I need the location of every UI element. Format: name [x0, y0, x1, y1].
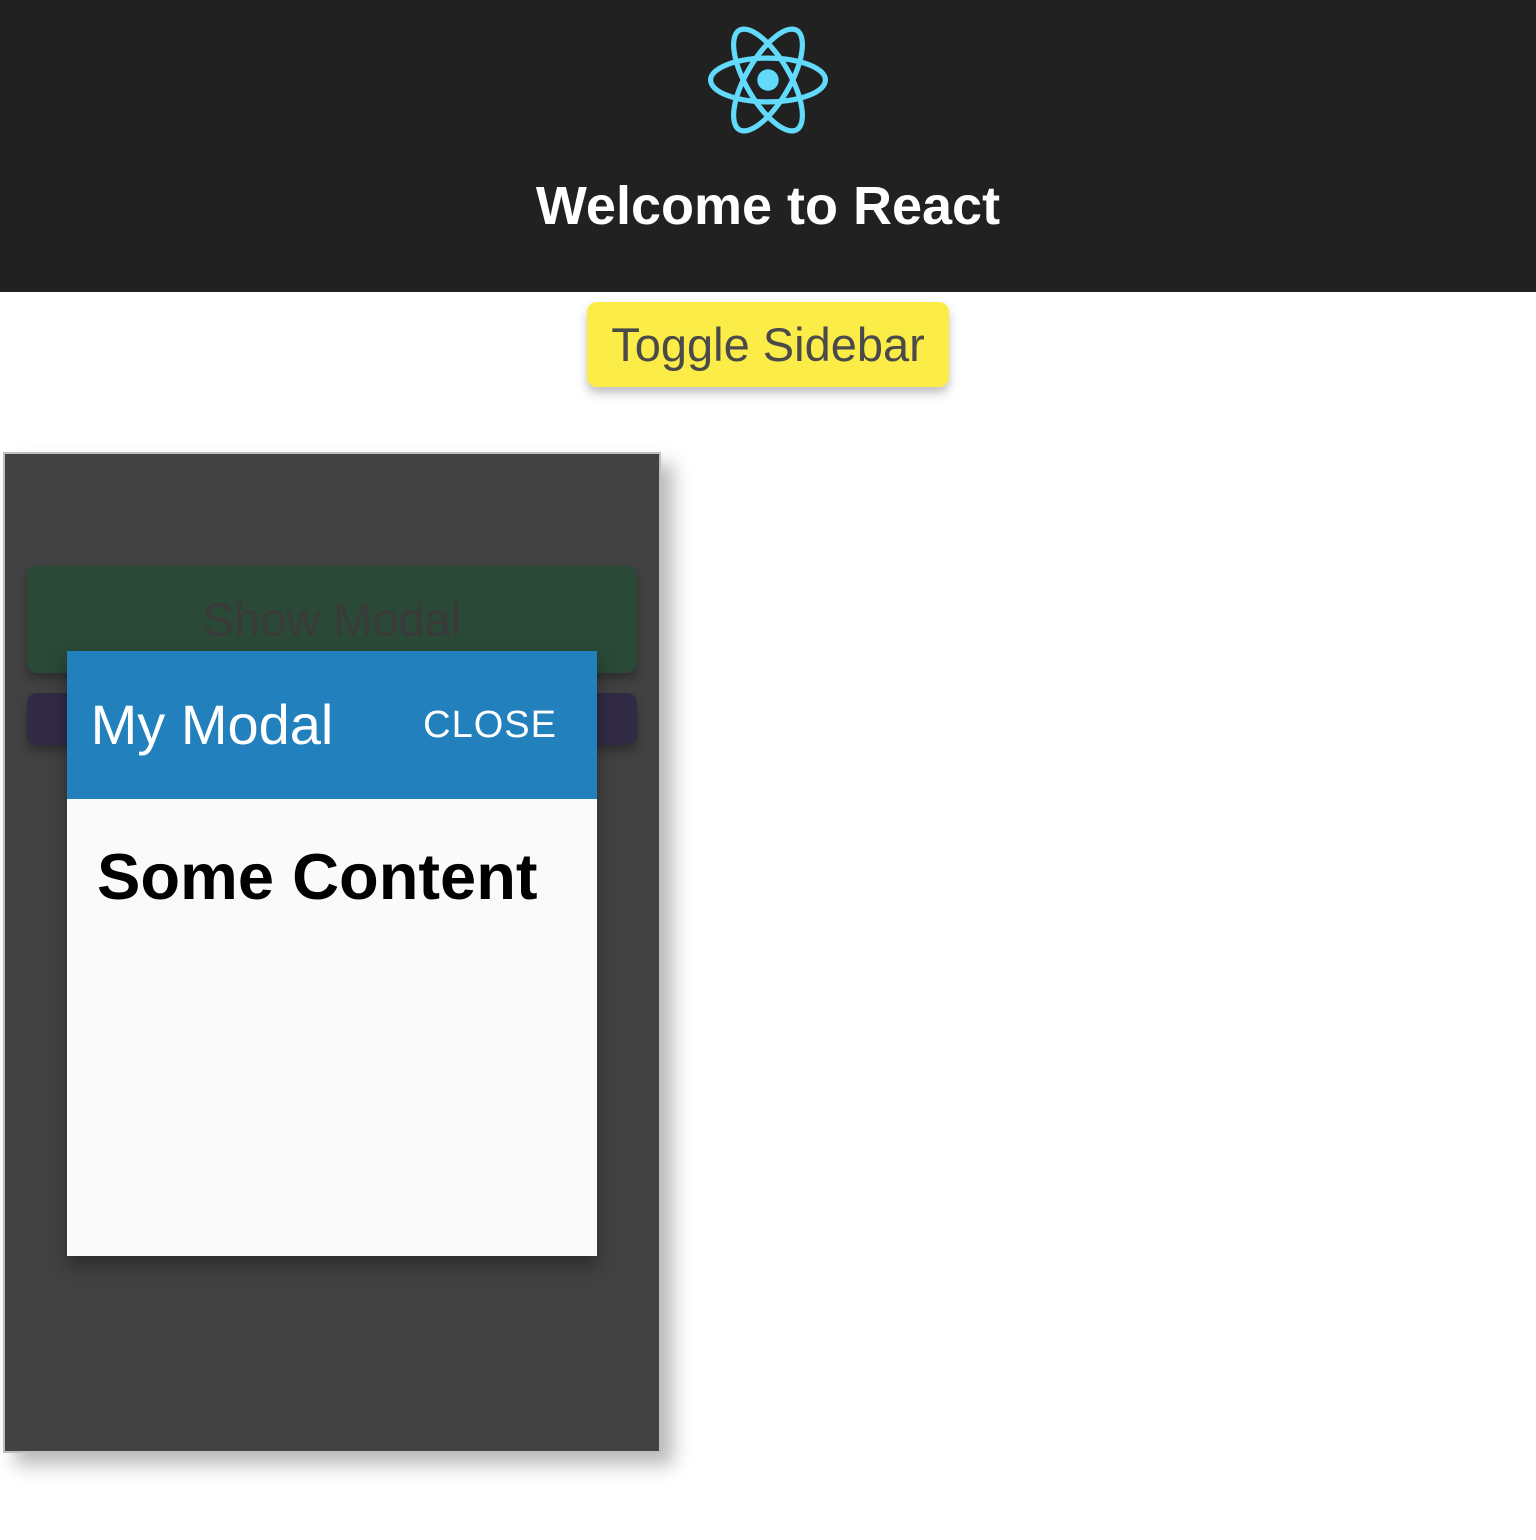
page-title: Welcome to React [0, 175, 1536, 237]
modal: My Modal CLOSE Some Content [67, 651, 597, 1256]
modal-title: My Modal [77, 696, 347, 755]
react-logo-icon [708, 20, 828, 140]
modal-header: My Modal CLOSE [67, 651, 597, 799]
modal-content-heading: Some Content [97, 839, 567, 914]
logo-container [0, 20, 1536, 175]
modal-close-button[interactable]: CLOSE [423, 704, 557, 747]
toggle-sidebar-button[interactable]: Toggle Sidebar [587, 302, 949, 387]
modal-overlay: My Modal CLOSE Some Content [67, 651, 597, 1256]
app-header: Welcome to React [0, 0, 1536, 292]
modal-body: Some Content [67, 799, 597, 954]
sidebar: Show Modal My Modal CLOSE Some Content [3, 452, 661, 1453]
toggle-row: Toggle Sidebar [0, 292, 1536, 387]
